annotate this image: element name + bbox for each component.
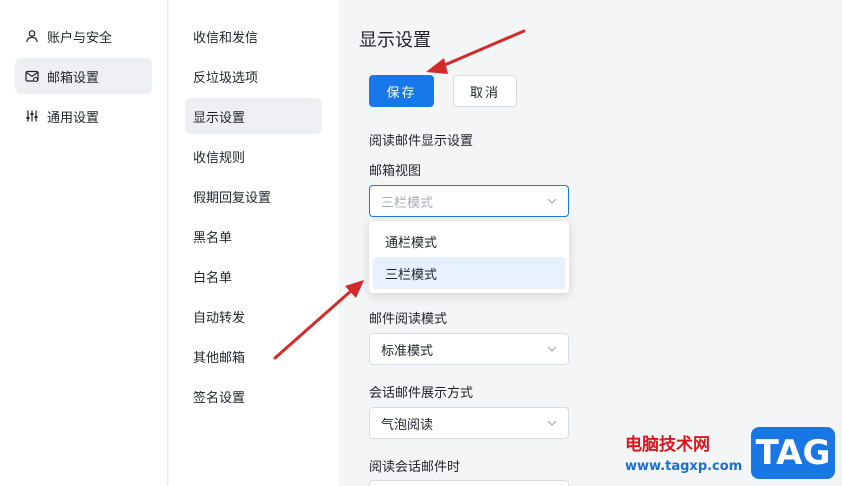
conversation-reading-select[interactable] [369, 480, 569, 486]
mailbox-view-select[interactable]: 三栏模式 [369, 185, 569, 217]
left-nav-item-mailbox-settings[interactable]: 邮箱设置 [15, 58, 152, 94]
left-nav-item-label: 通用设置 [47, 110, 100, 126]
left-nav-item-account-security[interactable]: 账户与安全 [15, 18, 152, 54]
chevron-down-icon [547, 346, 557, 352]
read-mode-select[interactable]: 标准模式 [369, 333, 569, 365]
conversation-display-label: 会话邮件展示方式 [369, 386, 474, 401]
dropdown-option-three-column[interactable]: 三栏模式 [373, 257, 565, 289]
read-mode-label: 邮件阅读模式 [369, 312, 448, 327]
sub-nav-item-whitelist[interactable]: 白名单 [185, 258, 322, 294]
left-nav-item-general-settings[interactable]: 通用设置 [15, 98, 152, 134]
page-title: 显示设置 [359, 30, 431, 51]
user-icon [25, 29, 39, 43]
sliders-icon [25, 109, 39, 123]
watermark-tag-logo: TAG [751, 427, 835, 479]
save-button[interactable]: 保存 [369, 75, 434, 107]
sub-nav-item-other-mailboxes[interactable]: 其他邮箱 [185, 338, 322, 374]
sub-nav-item-auto-forward[interactable]: 自动转发 [185, 298, 322, 334]
left-nav-item-label: 账户与安全 [47, 30, 113, 46]
chevron-down-icon [547, 420, 557, 426]
chevron-down-icon [547, 198, 557, 204]
left-nav-item-label: 邮箱设置 [47, 70, 100, 86]
conversation-display-select[interactable]: 气泡阅读 [369, 407, 569, 439]
sub-nav-item-signature[interactable]: 签名设置 [185, 378, 322, 414]
sub-nav-item-blacklist[interactable]: 黑名单 [185, 218, 322, 254]
sub-nav-item-display-settings[interactable]: 显示设置 [185, 98, 322, 134]
conversation-reading-label: 阅读会话邮件时 [369, 460, 461, 475]
sub-nav-item-anti-spam[interactable]: 反垃圾选项 [185, 58, 322, 94]
section-heading-read-display: 阅读邮件显示设置 [369, 134, 474, 149]
cancel-button[interactable]: 取消 [453, 75, 517, 107]
read-mode-value: 标准模式 [381, 343, 434, 359]
dropdown-option-full-width[interactable]: 通栏模式 [373, 225, 565, 257]
sub-nav-item-vacation-reply[interactable]: 假期回复设置 [185, 178, 322, 214]
mailbox-settings-icon [25, 69, 39, 83]
mailbox-view-placeholder: 三栏模式 [381, 195, 434, 211]
mailbox-view-label: 邮箱视图 [369, 164, 422, 179]
watermark-site-name: 电脑技术网 [625, 435, 710, 455]
watermark-url: www.tagxp.com [625, 459, 743, 474]
sub-nav-item-receive-rules[interactable]: 收信规则 [185, 138, 322, 174]
mailbox-view-dropdown: 通栏模式 三栏模式 [369, 221, 569, 293]
conversation-display-value: 气泡阅读 [381, 417, 434, 433]
sub-nav-item-send-receive[interactable]: 收信和发信 [185, 18, 322, 54]
